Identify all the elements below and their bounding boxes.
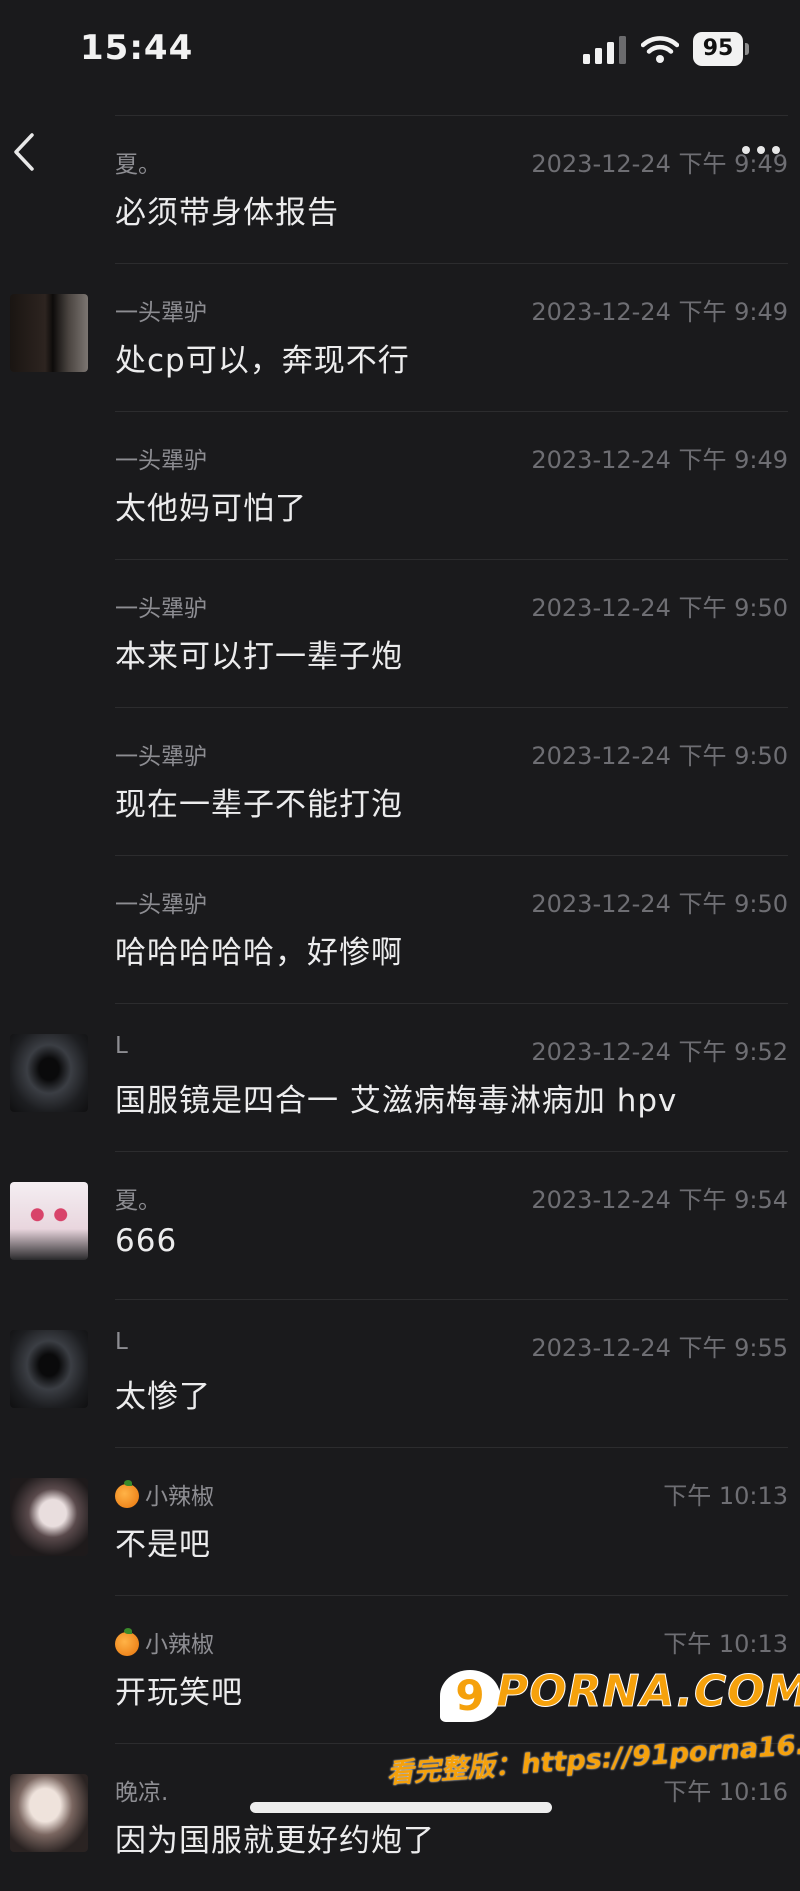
avatar[interactable] (10, 1034, 88, 1112)
sender-name-text: 一头犟驴 (115, 744, 207, 770)
watermark-logo: 9 PORNA.COM (440, 1666, 800, 1726)
divider (115, 1595, 788, 1596)
status-bar: 15:44 95 (0, 0, 800, 100)
message-timestamp: 2023-12-24 下午 9:54 (531, 1186, 788, 1214)
message-timestamp: 2023-12-24 下午 9:49 (531, 298, 788, 326)
message-timestamp: 2023-12-24 下午 9:49 (531, 446, 788, 474)
sender-name: 一头犟驴 (115, 441, 207, 475)
message-row[interactable]: 一头犟驴 2023-12-24 下午 9:50 现在一辈子不能打泡 (0, 707, 800, 855)
divider (115, 1447, 788, 1448)
sender-name: 小辣椒 (115, 1477, 214, 1511)
wifi-icon (641, 36, 679, 63)
sender-name-text: 晚凉. (115, 1780, 169, 1806)
watermark-logo-mark: 9 (440, 1670, 500, 1722)
message-timestamp: 下午 10:13 (663, 1482, 788, 1510)
message-text: 必须带身体报告 (115, 195, 339, 231)
sender-name: 夏。 (115, 1181, 161, 1215)
cellular-signal-icon (583, 36, 626, 64)
avatar[interactable] (10, 1182, 88, 1260)
message-row[interactable]: 一头犟驴 2023-12-24 下午 9:49 处cp可以，奔现不行 (0, 263, 800, 411)
sender-name: 小辣椒 (115, 1625, 214, 1659)
divider (115, 559, 788, 560)
sender-name-text: L (115, 1033, 128, 1059)
sender-name-text: 小辣椒 (145, 1632, 214, 1658)
divider (115, 1299, 788, 1300)
message-text: 本来可以打一辈子炮 (115, 639, 403, 675)
message-timestamp: 2023-12-24 下午 9:49 (531, 150, 788, 178)
message-row[interactable]: 一头犟驴 2023-12-24 下午 9:49 太他妈可怕了 (0, 411, 800, 559)
sender-name-text: 小辣椒 (145, 1484, 214, 1510)
divider (115, 115, 788, 116)
message-timestamp: 2023-12-24 下午 9:50 (531, 890, 788, 918)
sender-name: 一头犟驴 (115, 885, 207, 919)
message-row[interactable]: 一头犟驴 2023-12-24 下午 9:50 哈哈哈哈哈，好惨啊 (0, 855, 800, 1003)
divider (115, 855, 788, 856)
message-text: 666 (115, 1223, 178, 1259)
avatar[interactable] (10, 1330, 88, 1408)
divider (115, 707, 788, 708)
sender-name-text: 夏。 (115, 152, 161, 178)
message-timestamp: 2023-12-24 下午 9:55 (531, 1334, 788, 1362)
message-row[interactable]: 夏。 2023-12-24 下午 9:54 666 (0, 1151, 800, 1299)
status-time: 15:44 (80, 28, 194, 68)
sender-name: L (115, 1329, 128, 1355)
watermark-brand: PORNA.COM (495, 1666, 800, 1718)
message-text: 现在一辈子不能打泡 (115, 787, 403, 823)
battery-icon: 95 (693, 32, 749, 66)
message-row[interactable]: 夏。 2023-12-24 下午 9:49 必须带身体报告 (0, 115, 800, 263)
battery-level: 95 (693, 32, 743, 66)
sender-name: 一头犟驴 (115, 589, 207, 623)
message-text: 因为国服就更好约炮了 (115, 1823, 435, 1859)
message-text: 处cp可以，奔现不行 (115, 343, 410, 379)
message-row[interactable]: 小辣椒 下午 10:13 不是吧 (0, 1447, 800, 1595)
home-indicator[interactable] (250, 1802, 552, 1813)
message-text: 哈哈哈哈哈，好惨啊 (115, 935, 403, 971)
sender-name: 晚凉. (115, 1773, 168, 1807)
sender-name-text: L (115, 1329, 128, 1355)
sender-name-text: 一头犟驴 (115, 300, 207, 326)
avatar[interactable] (10, 294, 88, 372)
message-row[interactable]: L 2023-12-24 下午 9:52 国服镜是四合一 艾滋病梅毒淋病加 hpv (0, 1003, 800, 1151)
divider (115, 411, 788, 412)
sender-name: 一头犟驴 (115, 737, 207, 771)
message-timestamp: 2023-12-24 下午 9:50 (531, 742, 788, 770)
message-text: 太惨了 (115, 1379, 211, 1415)
message-row[interactable]: L 2023-12-24 下午 9:55 太惨了 (0, 1299, 800, 1447)
divider (115, 1151, 788, 1152)
message-timestamp: 下午 10:16 (663, 1778, 788, 1806)
message-timestamp: 2023-12-24 下午 9:50 (531, 594, 788, 622)
sender-name-text: 一头犟驴 (115, 892, 207, 918)
sender-name-text: 一头犟驴 (115, 448, 207, 474)
avatar[interactable] (10, 1478, 88, 1556)
message-text: 太他妈可怕了 (115, 491, 307, 527)
orange-emoji-icon (115, 1628, 139, 1656)
sender-name: 夏。 (115, 145, 161, 179)
avatar[interactable] (10, 1774, 88, 1852)
message-text: 国服镜是四合一 艾滋病梅毒淋病加 hpv (115, 1083, 678, 1119)
message-text: 开玩笑吧 (115, 1675, 243, 1711)
sender-name-text: 一头犟驴 (115, 596, 207, 622)
message-list: 夏。 2023-12-24 下午 9:49 必须带身体报告一头犟驴 2023-12-2… (0, 115, 800, 1891)
divider (115, 1003, 788, 1004)
orange-emoji-icon (115, 1480, 139, 1508)
sender-name-text: 夏。 (115, 1188, 161, 1214)
sender-name: 一头犟驴 (115, 293, 207, 327)
divider (115, 263, 788, 264)
message-timestamp: 下午 10:13 (663, 1630, 788, 1658)
message-text: 不是吧 (115, 1527, 211, 1563)
sender-name: L (115, 1033, 128, 1059)
message-row[interactable]: 一头犟驴 2023-12-24 下午 9:50 本来可以打一辈子炮 (0, 559, 800, 707)
message-timestamp: 2023-12-24 下午 9:52 (531, 1038, 788, 1066)
